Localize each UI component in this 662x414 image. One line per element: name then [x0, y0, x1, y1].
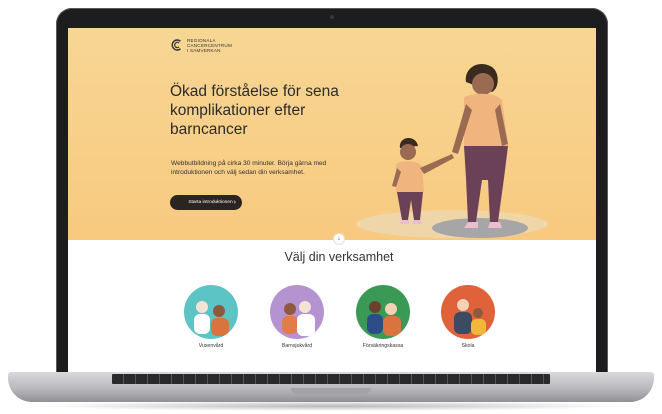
lid-notch: [291, 388, 371, 394]
card-barnsjukvard[interactable]: Barnsjukvård: [269, 285, 325, 349]
skola-student-body: [471, 319, 486, 335]
barnsjukvard-image: [270, 285, 324, 339]
logo-line-3: I SAMVERKAN: [187, 48, 221, 53]
hero-title: Ökad förståelse för sena komplikationer …: [170, 83, 339, 138]
hero-description: Webbutbildning på cirka 30 minuter. Börj…: [171, 160, 327, 176]
forsakringskassa-image: [356, 285, 410, 339]
barnsjukvard-nurse-head: [299, 301, 311, 313]
forsakringskassa-person2-body: [383, 316, 401, 336]
skola-teacher-body: [454, 312, 472, 334]
card-label-forsakringskassa: Försäkringskassa: [362, 343, 404, 349]
vuxenvard-patient-head: [213, 305, 225, 317]
child-head-shape: [400, 144, 416, 160]
start-introduction-button[interactable]: Starta introduktionen ›: [170, 195, 242, 210]
card-vuxenvard[interactable]: Vuxenvård: [183, 285, 239, 349]
laptop-mockup: REGIONALA CANCERCENTRUM I SAMVERKAN Ökad…: [0, 0, 662, 414]
forsakringskassa-person1-head: [369, 301, 381, 313]
laptop-shadow: [30, 401, 632, 411]
vuxenvard-person-body: [194, 314, 210, 334]
skola-student-head: [473, 308, 483, 318]
barnsjukvard-child-body: [282, 316, 298, 334]
child-arm-shape: [420, 154, 454, 174]
forsakringskassa-person2-head: [385, 303, 397, 315]
keyboard: [112, 374, 550, 384]
skola-image: [441, 285, 495, 339]
logo-text: REGIONALA CANCERCENTRUM I SAMVERKAN: [187, 38, 232, 53]
card-forsakringskassa[interactable]: Försäkringskassa: [355, 285, 411, 349]
vuxenvard-patient-body: [211, 318, 229, 336]
barnsjukvard-child-head: [284, 303, 296, 315]
barnsjukvard-nurse-body: [297, 314, 315, 336]
adult-head-shape: [472, 73, 494, 95]
forsakringskassa-person1-body: [367, 314, 383, 334]
logo-mark-icon: [171, 38, 183, 51]
card-label-barnsjukvard: Barnsjukvård: [281, 343, 313, 349]
logo[interactable]: REGIONALA CANCERCENTRUM I SAMVERKAN: [171, 38, 232, 53]
card-label-vuxenvard: Vuxenvård: [198, 343, 224, 349]
camera-icon: [330, 15, 334, 19]
organisation-cards: Vuxenvård Barnsjukvård Försäkringskassa …: [68, 285, 596, 365]
adult-trousers-shape: [464, 146, 508, 222]
card-label-skola: Skola: [461, 343, 475, 349]
child-shirt-shape: [396, 161, 424, 192]
adult-shadow-shape: [432, 218, 528, 238]
chevron-right-icon: ›: [233, 199, 236, 206]
vuxenvard-person-head: [196, 301, 208, 313]
start-introduction-label: Starta introduktionen: [188, 200, 233, 205]
hero-section: REGIONALA CANCERCENTRUM I SAMVERKAN Ökad…: [68, 28, 596, 240]
skola-teacher-head: [457, 299, 469, 311]
parent-child-illustration: [356, 63, 548, 238]
vuxenvard-image: [184, 285, 238, 339]
card-skola[interactable]: Skola: [440, 285, 496, 349]
screen: REGIONALA CANCERCENTRUM I SAMVERKAN Ökad…: [68, 28, 596, 372]
section-title: Välj din verksamhet: [284, 250, 394, 264]
arrow-down-icon[interactable]: ↓: [333, 233, 345, 245]
